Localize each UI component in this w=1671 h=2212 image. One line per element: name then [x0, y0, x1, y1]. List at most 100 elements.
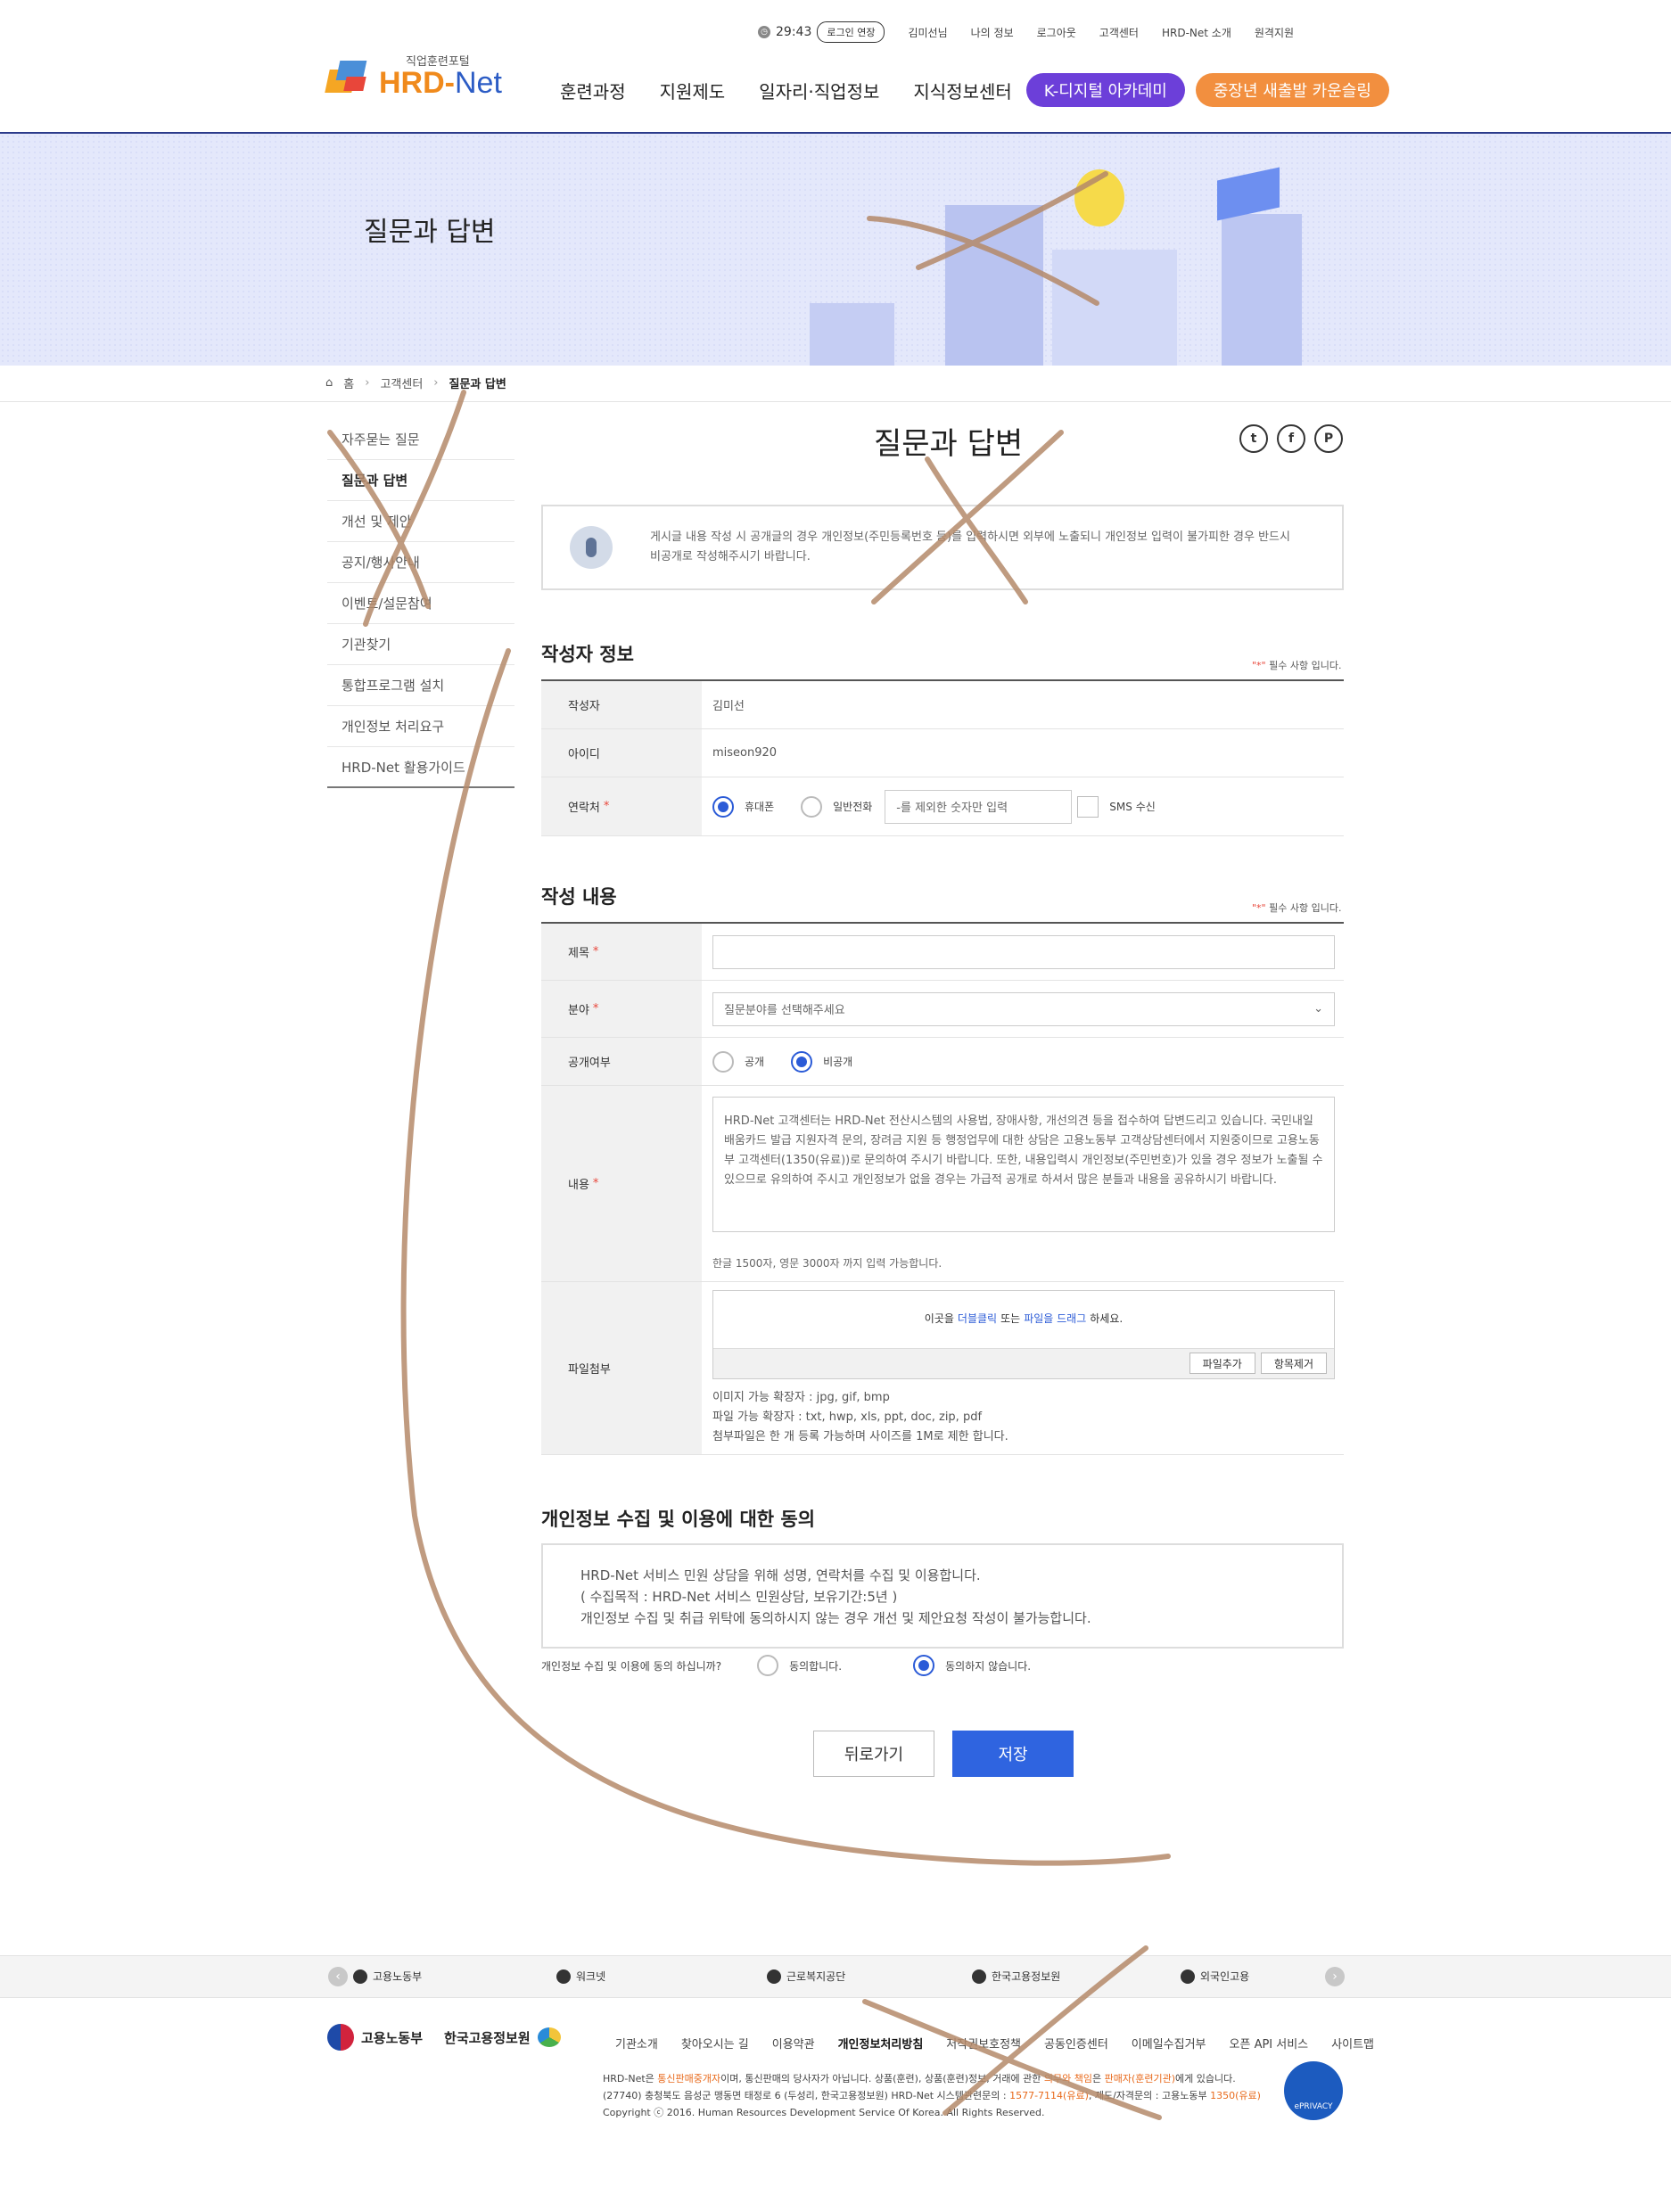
side-item-faq[interactable]: 자주묻는 질문	[327, 419, 514, 460]
label-contact: 연락처 *	[541, 777, 702, 835]
print-icon[interactable]: P	[1314, 424, 1343, 453]
notice-text: 게시글 내용 작성 시 공개글의 경우 개인정보(주민등록번호 등)를 입력하시…	[650, 530, 1290, 563]
save-button[interactable]: 저장	[952, 1731, 1074, 1777]
back-button[interactable]: 뒤로가기	[813, 1731, 934, 1777]
facebook-icon[interactable]: f	[1277, 424, 1305, 453]
side-item-institution[interactable]: 기관찾기	[327, 624, 514, 665]
logout-link[interactable]: 로그아웃	[1037, 25, 1076, 40]
footer-link-cert[interactable]: 공동인증센터	[1044, 2035, 1108, 2052]
org-eps[interactable]: 외국인고용	[1181, 1969, 1249, 1984]
org-worknet[interactable]: 워크넷	[556, 1969, 605, 1984]
side-item-qna[interactable]: 질문과 답변	[327, 460, 514, 501]
label-id: 아이디	[541, 729, 702, 777]
clock-icon: ◷	[758, 26, 770, 38]
hero-banner	[0, 134, 1671, 366]
side-item-install[interactable]: 통합프로그램 설치	[327, 665, 514, 706]
footer-link-copyright[interactable]: 저작권보호정책	[946, 2035, 1021, 2052]
logo-icon	[325, 55, 370, 98]
footer-menu: 기관소개 찾아오시는 길 이용약관 개인정보처리방침 저작권보호정책 공동인증센…	[615, 2035, 1374, 2052]
consent-box: HRD-Net 서비스 민원 상담을 위해 성명, 연락처를 수집 및 이용합니…	[541, 1543, 1344, 1649]
chevron-right-icon: ›	[433, 376, 439, 390]
user-name-link[interactable]: 김미선님	[908, 25, 947, 40]
side-menu: 자주묻는 질문 질문과 답변 개선 및 제안 공지/행사안내 이벤트/설문참여 …	[327, 419, 514, 788]
side-item-suggestion[interactable]: 개선 및 제안	[327, 501, 514, 542]
content-section-title: 작성 내용	[541, 886, 617, 908]
footer-link-terms[interactable]: 이용약관	[772, 2035, 815, 2052]
subject-input[interactable]	[712, 934, 1335, 969]
about-link[interactable]: HRD-Net 소개	[1162, 25, 1231, 40]
radio-private[interactable]: 비공개	[791, 1050, 852, 1073]
label-body: 내용 *	[541, 1086, 702, 1281]
logo-title: HRD-Net	[379, 65, 502, 100]
eprivacy-badge[interactable]: ePRIVACY	[1284, 2061, 1343, 2120]
hero-illustration	[810, 303, 894, 366]
breadcrumb-level1[interactable]: 고객센터	[380, 374, 423, 391]
org-comwel[interactable]: 근로복지공단	[767, 1969, 845, 1984]
add-file-button[interactable]: 파일추가	[1189, 1353, 1255, 1374]
lightbulb-icon	[1074, 169, 1124, 226]
emblem-icon	[327, 2024, 354, 2051]
radio-public[interactable]: 공개	[712, 1050, 764, 1073]
breadcrumb-divider	[0, 401, 1671, 402]
file-dropzone[interactable]: 이곳을 더블클릭 또는 파일을 드래그 하세요. 파일추가 항목제거	[712, 1289, 1335, 1379]
keis-logo: 한국고용정보원	[444, 2027, 561, 2047]
session-timer: ◷ 29:43 로그인 연장	[758, 21, 885, 43]
remote-support-link[interactable]: 원격지원	[1255, 25, 1294, 40]
consent-section-title: 개인정보 수집 및 이용에 대한 동의	[541, 1509, 816, 1530]
footer-link-location[interactable]: 찾아오시는 길	[681, 2035, 749, 2052]
side-item-notice[interactable]: 공지/행사안내	[327, 542, 514, 583]
body-textarea[interactable]: HRD-Net 고객센터는 HRD-Net 전산시스템의 사용법, 장애사항, …	[712, 1097, 1335, 1232]
char-limit-note: 한글 1500자, 영문 3000자 까지 입력 가능합니다.	[712, 1257, 943, 1270]
chevron-right-icon[interactable]: ›	[1325, 1967, 1345, 1986]
chevron-left-icon[interactable]: ‹	[328, 1967, 348, 1986]
counseling-button[interactable]: 중장년 새출발 카운슬링	[1195, 73, 1389, 107]
nav-knowledge[interactable]: 지식정보센터	[913, 78, 1011, 103]
remove-file-button[interactable]: 항목제거	[1260, 1353, 1327, 1374]
hero-title: 질문과 답변	[364, 217, 496, 248]
nav-training[interactable]: 훈련과정	[560, 78, 626, 103]
share-buttons: t f P	[1239, 424, 1343, 453]
related-sites-band: ‹ 고용노동부 워크넷 근로복지공단 한국고용정보원 외국인고용 ›	[0, 1955, 1671, 1998]
label-category: 분야 *	[541, 981, 702, 1037]
radio-agree[interactable]: 동의합니다.	[757, 1655, 842, 1676]
org-moel[interactable]: 고용노동부	[353, 1969, 422, 1984]
my-info-link[interactable]: 나의 정보	[971, 25, 1014, 40]
label-public: 공개여부	[541, 1038, 702, 1085]
phone-input[interactable]: -를 제외한 숫자만 입력	[885, 789, 1073, 824]
side-item-event[interactable]: 이벤트/설문참여	[327, 583, 514, 624]
twitter-icon[interactable]: t	[1239, 424, 1268, 453]
content-table: 제목 * 분야 * 질문분야를 선택해주세요 ⌄ 공개여부 공개 비공개 내용 * HR…	[541, 922, 1344, 1455]
footer-link-privacy[interactable]: 개인정보처리방침	[838, 2035, 924, 2052]
category-select[interactable]: 질문분야를 선택해주세요 ⌄	[712, 991, 1335, 1026]
nav-jobs[interactable]: 일자리·직업정보	[759, 78, 879, 103]
org-keis[interactable]: 한국고용정보원	[972, 1969, 1060, 1984]
footer-link-about[interactable]: 기관소개	[615, 2035, 658, 2052]
required-note: "*" 필수 사항 입니다.	[1252, 660, 1342, 671]
timer-value: 29:43	[776, 25, 812, 39]
radio-mobile[interactable]: 휴대폰	[712, 795, 774, 818]
customer-center-link[interactable]: 고객센터	[1099, 25, 1139, 40]
microphone-icon	[570, 526, 613, 569]
breadcrumb-home[interactable]: 홈	[343, 374, 354, 391]
footer-link-email[interactable]: 이메일수집거부	[1132, 2035, 1206, 2052]
writer-name: 김미선	[712, 700, 745, 713]
side-item-privacy[interactable]: 개인정보 처리요구	[327, 706, 514, 747]
consent-question: 개인정보 수집 및 이용에 동의 하십니까? 동의합니다. 동의하지 않습니다.	[541, 1655, 1058, 1676]
site-logo[interactable]: 직업훈련포털 HRD-Net	[325, 55, 502, 98]
footer-link-sitemap[interactable]: 사이트맵	[1331, 2035, 1374, 2052]
extend-login-button[interactable]: 로그인 연장	[817, 21, 885, 43]
label-writer: 작성자	[541, 681, 702, 728]
sms-label: SMS 수신	[1109, 801, 1156, 813]
radio-landline[interactable]: 일반전화	[801, 795, 872, 818]
sms-checkbox[interactable]	[1077, 795, 1099, 818]
writer-id: miseon920	[712, 746, 778, 760]
footer-link-api[interactable]: 오픈 API 서비스	[1230, 2035, 1309, 2052]
nav-support[interactable]: 지원제도	[660, 78, 726, 103]
home-icon[interactable]: ⌂	[325, 376, 333, 390]
label-subject: 제목 *	[541, 924, 702, 980]
side-item-guide[interactable]: HRD-Net 활용가이드	[327, 747, 514, 788]
k-digital-button[interactable]: K-디지털 아카데미	[1025, 73, 1185, 107]
chevron-down-icon: ⌄	[1313, 1002, 1323, 1016]
radio-disagree[interactable]: 동의하지 않습니다.	[913, 1655, 1031, 1676]
label-file: 파일첨부	[541, 1282, 702, 1454]
